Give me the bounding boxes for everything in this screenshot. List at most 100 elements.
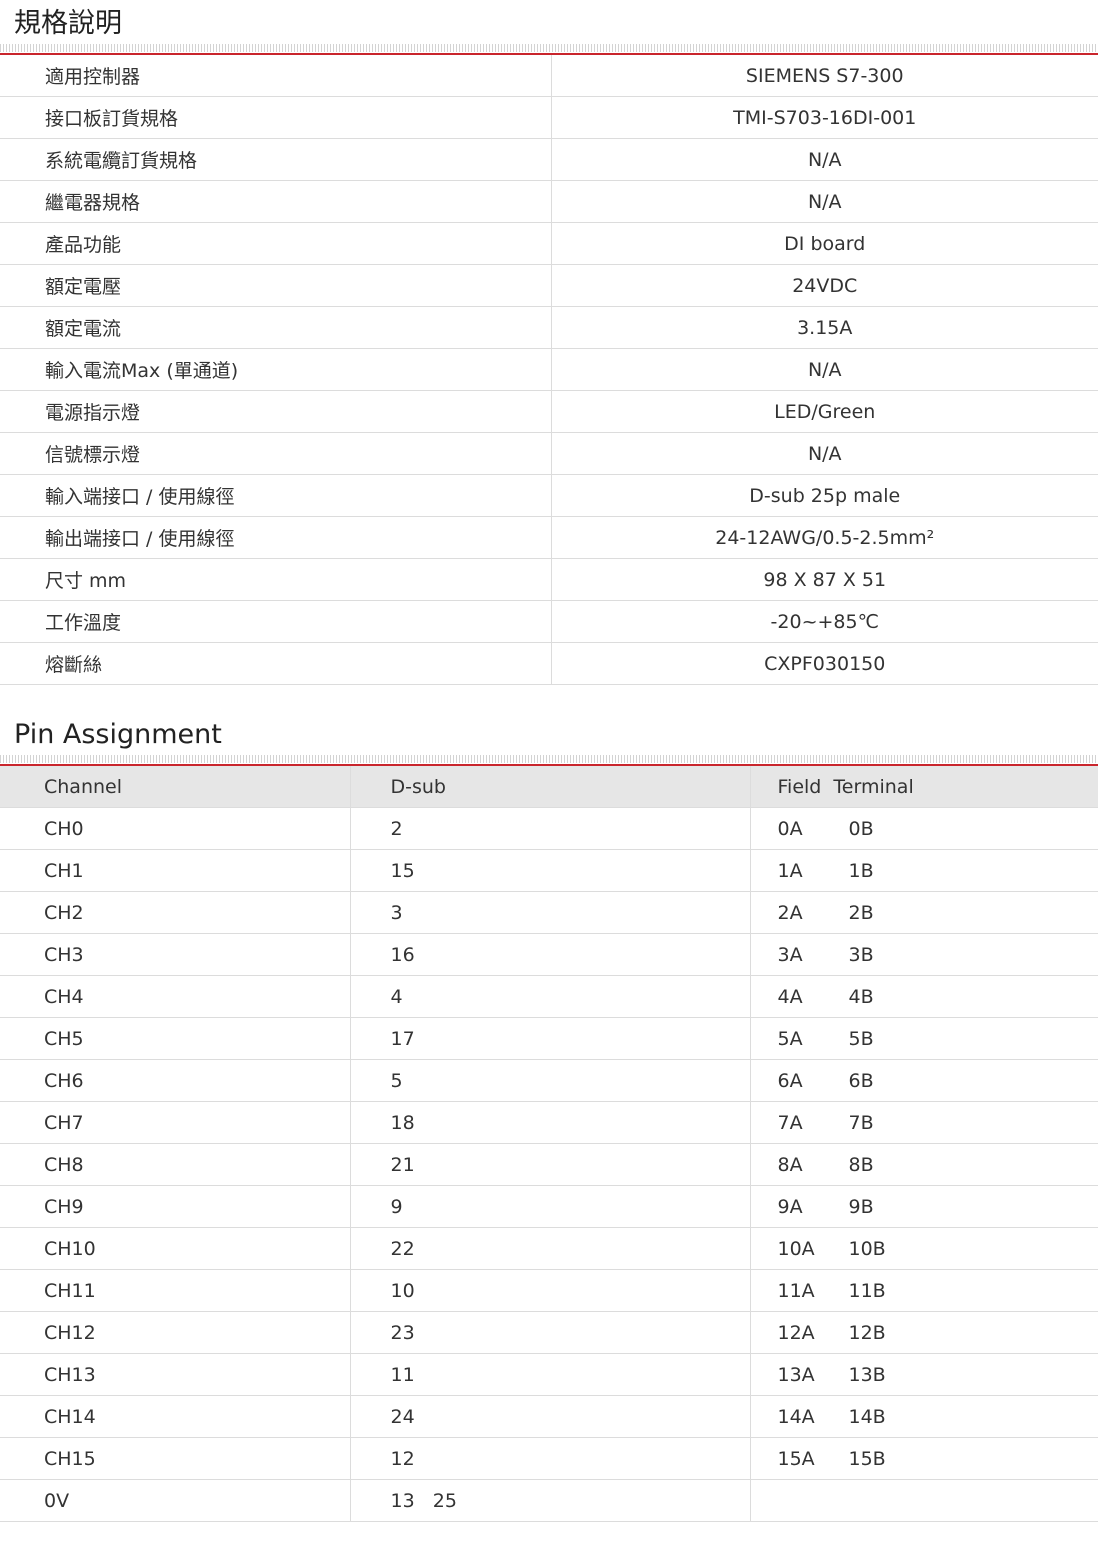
- spec-value: 3.15A: [551, 306, 1098, 349]
- pin-channel: CH11: [0, 1269, 351, 1312]
- pin-dsub: 10: [350, 1269, 751, 1312]
- pin-channel: CH13: [0, 1353, 351, 1396]
- terminal-b: 10B: [848, 1237, 886, 1260]
- pin-row: CH12 23 12A 12B: [0, 1311, 1098, 1354]
- spec-label: 適用控制器: [0, 55, 552, 97]
- pin-dsub: 13 25: [350, 1479, 751, 1522]
- spec-table: 適用控制器 SIEMENS S7-300 接口板訂貨規格 TMI-S703-16DI-…: [0, 55, 1098, 685]
- pin-field-terminal: [750, 1479, 1098, 1522]
- pin-row: CH3 16 3A 3B: [0, 933, 1098, 976]
- pin-dsub: 12: [350, 1437, 751, 1480]
- terminal-b: 0B: [848, 817, 874, 840]
- spec-label: 熔斷絲: [0, 642, 552, 685]
- pin-row: 0V 13 25: [0, 1479, 1098, 1522]
- terminal-a: 6A: [777, 1069, 803, 1092]
- pin-table-body: CH0 2 0A 0B CH1 15 1A 1B CH2 3 2A 2B CH3 16 3A 3B CH4 4 4A…: [0, 807, 1098, 1522]
- terminal-a: 5A: [777, 1027, 803, 1050]
- pin-table: Channel D-sub Field Terminal CH0 2 0A 0B CH1…: [0, 766, 1098, 1522]
- terminal-b: 3B: [848, 943, 874, 966]
- pin-channel: CH0: [0, 807, 351, 850]
- spec-value: 24VDC: [551, 264, 1098, 307]
- pin-row: CH14 24 14A 14B: [0, 1395, 1098, 1438]
- spec-label: 產品功能: [0, 222, 552, 265]
- spec-label: 繼電器規格: [0, 180, 552, 223]
- pin-channel: CH6: [0, 1059, 351, 1102]
- pin-row: CH0 2 0A 0B: [0, 807, 1098, 850]
- pin-field-terminal: 15A 15B: [750, 1437, 1098, 1480]
- pin-row: CH9 9 9A 9B: [0, 1185, 1098, 1228]
- spec-value: 24-12AWG/0.5-2.5mm²: [551, 516, 1098, 559]
- spec-row: 產品功能 DI board: [0, 222, 1098, 265]
- terminal-a: 10A: [777, 1237, 815, 1260]
- spec-label: 系統電纜訂貨規格: [0, 138, 552, 181]
- pin-dsub: 16: [350, 933, 751, 976]
- spec-row: 尺寸 mm 98 X 87 X 51: [0, 558, 1098, 601]
- pin-field-terminal: 14A 14B: [750, 1395, 1098, 1438]
- pin-row: CH5 17 5A 5B: [0, 1017, 1098, 1060]
- spec-label: 額定電壓: [0, 264, 552, 307]
- pin-row: CH15 12 15A 15B: [0, 1437, 1098, 1480]
- spec-value: LED/Green: [551, 390, 1098, 433]
- spec-value: TMI-S703-16DI-001: [551, 96, 1098, 139]
- pin-channel: CH8: [0, 1143, 351, 1186]
- pin-dsub: 4: [350, 975, 751, 1018]
- terminal-a: 3A: [777, 943, 803, 966]
- spec-section-title: 規格說明: [14, 8, 122, 39]
- header-field-terminal: Field Terminal: [750, 766, 1098, 808]
- pin-channel: CH3: [0, 933, 351, 976]
- pin-field-terminal: 7A 7B: [750, 1101, 1098, 1144]
- spec-value: N/A: [551, 138, 1098, 181]
- pin-field-terminal: 3A 3B: [750, 933, 1098, 976]
- pin-row: CH13 11 13A 13B: [0, 1353, 1098, 1396]
- pin-dsub: 24: [350, 1395, 751, 1438]
- terminal-b: 14B: [848, 1405, 886, 1428]
- pin-dsub: 2: [350, 807, 751, 850]
- spec-label: 額定電流: [0, 306, 552, 349]
- pin-dsub: 3: [350, 891, 751, 934]
- pin-row: CH7 18 7A 7B: [0, 1101, 1098, 1144]
- pin-title-hatch-divider: [0, 755, 1098, 763]
- spec-row: 適用控制器 SIEMENS S7-300: [0, 55, 1098, 97]
- terminal-a: 15A: [777, 1447, 815, 1470]
- pin-channel: CH5: [0, 1017, 351, 1060]
- pin-field-terminal: 0A 0B: [750, 807, 1098, 850]
- terminal-b: 1B: [848, 859, 874, 882]
- spec-row: 工作溫度 -20~+85℃: [0, 600, 1098, 643]
- pin-channel: CH10: [0, 1227, 351, 1270]
- spec-value: 98 X 87 X 51: [551, 558, 1098, 601]
- spec-label: 尺寸 mm: [0, 558, 552, 601]
- spec-value: DI board: [551, 222, 1098, 265]
- pin-field-terminal: 9A 9B: [750, 1185, 1098, 1228]
- spec-row: 電源指示燈 LED/Green: [0, 390, 1098, 433]
- pin-field-terminal: 11A 11B: [750, 1269, 1098, 1312]
- pin-row: CH2 3 2A 2B: [0, 891, 1098, 934]
- pin-field-terminal: 10A 10B: [750, 1227, 1098, 1270]
- spec-label: 接口板訂貨規格: [0, 96, 552, 139]
- spec-label: 輸入電流Max (單通道): [0, 348, 552, 391]
- terminal-a: 14A: [777, 1405, 815, 1428]
- spec-value: N/A: [551, 432, 1098, 475]
- pin-field-terminal: 8A 8B: [750, 1143, 1098, 1186]
- spec-label: 輸出端接口 / 使用線徑: [0, 516, 552, 559]
- spec-row: 接口板訂貨規格 TMI-S703-16DI-001: [0, 96, 1098, 139]
- spec-label: 工作溫度: [0, 600, 552, 643]
- spec-row: 系統電纜訂貨規格 N/A: [0, 138, 1098, 181]
- pin-channel: CH7: [0, 1101, 351, 1144]
- terminal-b: 8B: [848, 1153, 874, 1176]
- spec-label: 信號標示燈: [0, 432, 552, 475]
- pin-table-header: Channel D-sub Field Terminal: [0, 766, 1098, 808]
- pin-row: CH10 22 10A 10B: [0, 1227, 1098, 1270]
- pin-field-terminal: 1A 1B: [750, 849, 1098, 892]
- spec-value: D-sub 25p male: [551, 474, 1098, 517]
- terminal-b: 5B: [848, 1027, 874, 1050]
- spec-row: 額定電流 3.15A: [0, 306, 1098, 349]
- spec-value: -20~+85℃: [551, 600, 1098, 643]
- terminal-a: 2A: [777, 901, 803, 924]
- terminal-b: 4B: [848, 985, 874, 1008]
- terminal-a: 11A: [777, 1279, 815, 1302]
- pin-dsub: 5: [350, 1059, 751, 1102]
- pin-row: CH8 21 8A 8B: [0, 1143, 1098, 1186]
- terminal-b: 11B: [848, 1279, 886, 1302]
- pin-row: CH1 15 1A 1B: [0, 849, 1098, 892]
- spec-row: 繼電器規格 N/A: [0, 180, 1098, 223]
